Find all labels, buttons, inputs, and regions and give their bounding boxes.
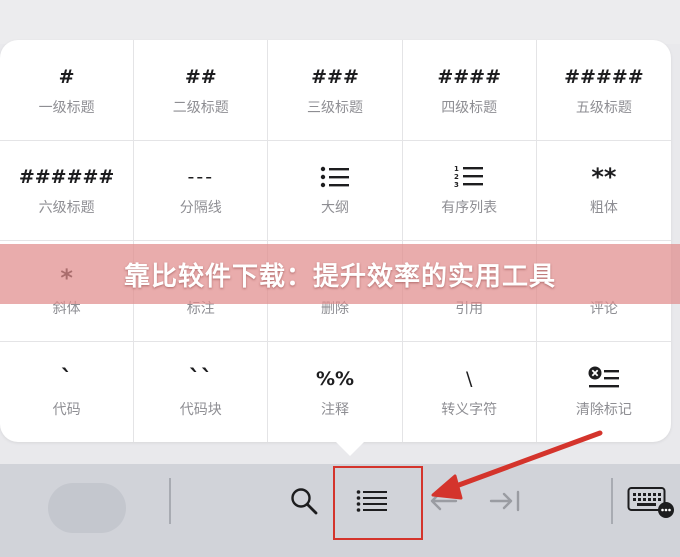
annotation-arrow [431, 430, 603, 500]
